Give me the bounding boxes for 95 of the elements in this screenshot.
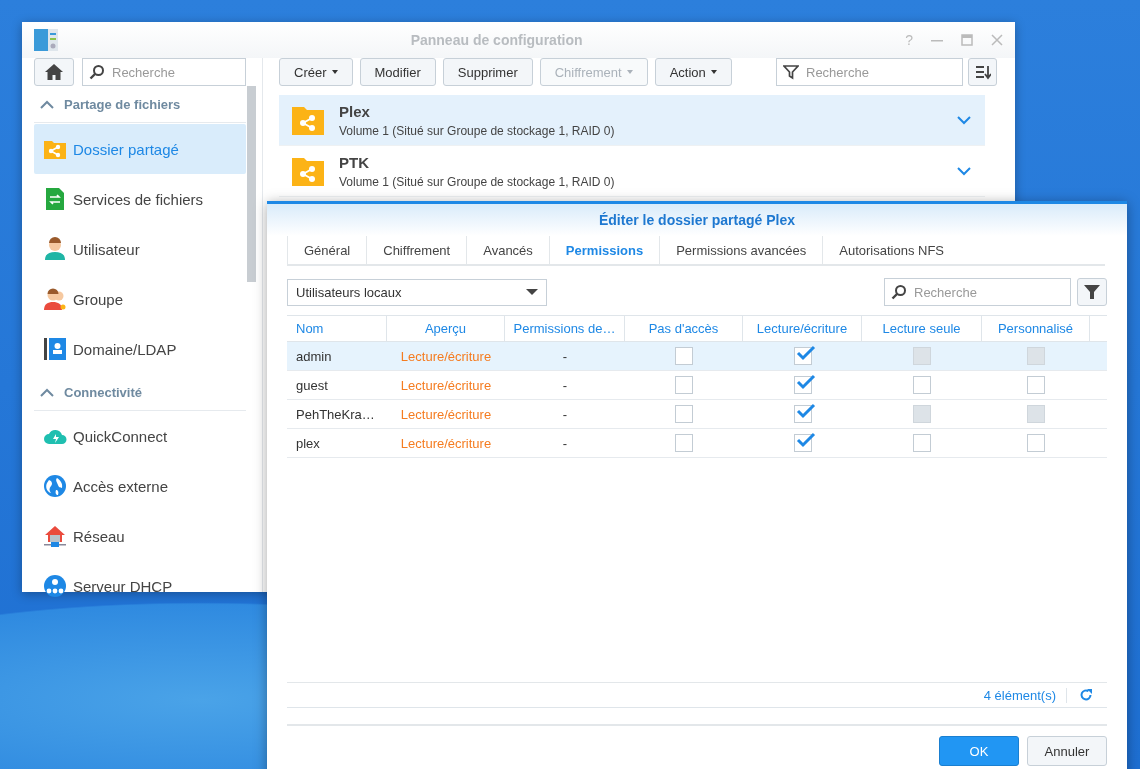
search-field[interactable]: Recherche — [884, 278, 1071, 306]
column-header[interactable]: Permissions de… — [505, 316, 625, 341]
preview-text: Lecture/écriture — [400, 348, 492, 364]
toolbar-button[interactable]: Supprimer — [442, 58, 533, 86]
collapse-icon[interactable] — [40, 100, 54, 109]
tab[interactable]: Chiffrement — [366, 236, 467, 264]
column-header[interactable]: Aperçu — [387, 316, 505, 341]
table-row[interactable]: admin Lecture/écriture - — [287, 342, 1107, 371]
sidebar-item[interactable]: QuickConnect — [34, 411, 246, 461]
user-type-dropdown[interactable]: Utilisateurs locaux — [287, 278, 547, 306]
network-house-icon — [43, 524, 67, 548]
checkbox[interactable] — [793, 347, 812, 365]
window-title: Panneau de configuration — [409, 32, 584, 48]
checkbox[interactable] — [675, 405, 693, 423]
sidebar-item[interactable]: Serveur DHCP — [34, 561, 246, 611]
share-location: Volume 1 (Situé sur Groupe de stockage 1, RAID 0) — [339, 123, 616, 138]
sidebar-item[interactable]: Services de fichiers — [34, 174, 246, 224]
toolbar-button[interactable]: Action — [654, 58, 732, 86]
preview-text: Lecture/écriture — [400, 406, 492, 422]
checkbox[interactable] — [793, 376, 812, 394]
file-services-icon — [43, 187, 67, 211]
sort-button[interactable] — [968, 58, 997, 86]
toolbar-button[interactable]: Créer — [279, 58, 353, 86]
home-icon — [45, 64, 63, 80]
filter-icon — [783, 64, 799, 80]
toolbar-button[interactable]: Modifier — [359, 58, 436, 86]
collapse-icon[interactable] — [40, 388, 54, 397]
scrollbar[interactable] — [247, 86, 256, 282]
maximize-icon[interactable] — [961, 34, 973, 46]
preview-text: Lecture/écriture — [400, 377, 492, 393]
filter-search-field[interactable]: Recherche — [776, 58, 963, 86]
sort-icon — [974, 64, 991, 80]
dialog-title: Éditer le dossier partagé Plex — [598, 212, 796, 228]
filter-button[interactable] — [1077, 278, 1107, 306]
column-header[interactable]: Personnalisé — [982, 316, 1090, 341]
checkbox[interactable] — [913, 434, 931, 452]
checkbox[interactable] — [793, 434, 812, 452]
shared-folder-icon — [292, 156, 324, 186]
section-header: Partage de fichiers — [64, 97, 181, 112]
checkbox[interactable] — [913, 376, 931, 394]
expand-icon[interactable] — [957, 166, 971, 176]
shared-folder-row[interactable]: PTK Volume 1 (Situé sur Groupe de stockage 1, RAID 0) — [279, 146, 985, 197]
advanced-permissions: - — [562, 377, 568, 393]
checkbox[interactable] — [675, 434, 693, 452]
column-header[interactable]: Lecture seule — [862, 316, 982, 341]
checkbox[interactable] — [1027, 376, 1045, 394]
search-icon — [891, 284, 907, 300]
share-name: Plex — [339, 102, 371, 120]
search-field[interactable]: Recherche — [82, 58, 246, 86]
cancel-button[interactable]: Annuler — [1027, 736, 1107, 766]
tab[interactable]: Autorisations NFS — [822, 236, 960, 264]
group-icon — [43, 287, 67, 311]
tab[interactable]: Avancés — [466, 236, 549, 264]
tab[interactable]: Permissions avancées — [659, 236, 823, 264]
user-name: PehTheKra… — [296, 406, 375, 422]
advanced-permissions: - — [562, 435, 568, 451]
user-icon — [43, 237, 67, 261]
sidebar-item[interactable]: Accès externe — [34, 461, 246, 511]
directory-icon — [43, 337, 67, 361]
table-row[interactable]: plex Lecture/écriture - — [287, 429, 1107, 458]
advanced-permissions: - — [562, 406, 568, 422]
column-header[interactable]: Nom — [287, 316, 387, 341]
filter-icon — [1083, 283, 1101, 301]
tab[interactable]: Permissions — [548, 236, 660, 264]
table-row[interactable]: PehTheKra… Lecture/écriture - — [287, 400, 1107, 429]
checkbox[interactable] — [793, 405, 812, 423]
home-button[interactable] — [34, 58, 74, 86]
user-name: guest — [296, 377, 328, 393]
preview-text: Lecture/écriture — [400, 435, 492, 451]
refresh-icon[interactable] — [1079, 688, 1093, 702]
share-location: Volume 1 (Situé sur Groupe de stockage 1, RAID 0) — [339, 174, 616, 189]
shared-folder-icon — [292, 105, 324, 135]
table-row[interactable]: guest Lecture/écriture - — [287, 371, 1107, 400]
sidebar-item[interactable]: Réseau — [34, 511, 246, 561]
user-name: admin — [296, 348, 332, 364]
checkbox[interactable] — [675, 347, 693, 365]
column-header[interactable]: Lecture/écriture — [743, 316, 862, 341]
checkbox[interactable] — [675, 376, 693, 394]
globe-icon — [43, 474, 67, 498]
column-header[interactable]: Pas d'accès — [625, 316, 743, 341]
expand-icon[interactable] — [957, 115, 971, 125]
checkbox[interactable] — [1027, 434, 1045, 452]
tab[interactable]: Général — [287, 236, 367, 264]
sidebar-item[interactable]: Utilisateur — [34, 224, 246, 274]
share-name: PTK — [339, 153, 370, 171]
sidebar-item[interactable]: Domaine/LDAP — [34, 324, 246, 374]
search-icon — [89, 64, 105, 80]
sidebar-item[interactable]: Groupe — [34, 274, 246, 324]
advanced-permissions: - — [562, 348, 568, 364]
control-panel-icon — [34, 29, 58, 51]
shared-folder-row[interactable]: Plex Volume 1 (Situé sur Groupe de stockage 1, RAID 0) — [279, 95, 985, 146]
section-header: Connectivité — [64, 385, 142, 400]
user-name: plex — [296, 435, 320, 451]
item-count: 4 élément(s) — [983, 687, 1067, 703]
close-icon[interactable] — [991, 34, 1003, 46]
